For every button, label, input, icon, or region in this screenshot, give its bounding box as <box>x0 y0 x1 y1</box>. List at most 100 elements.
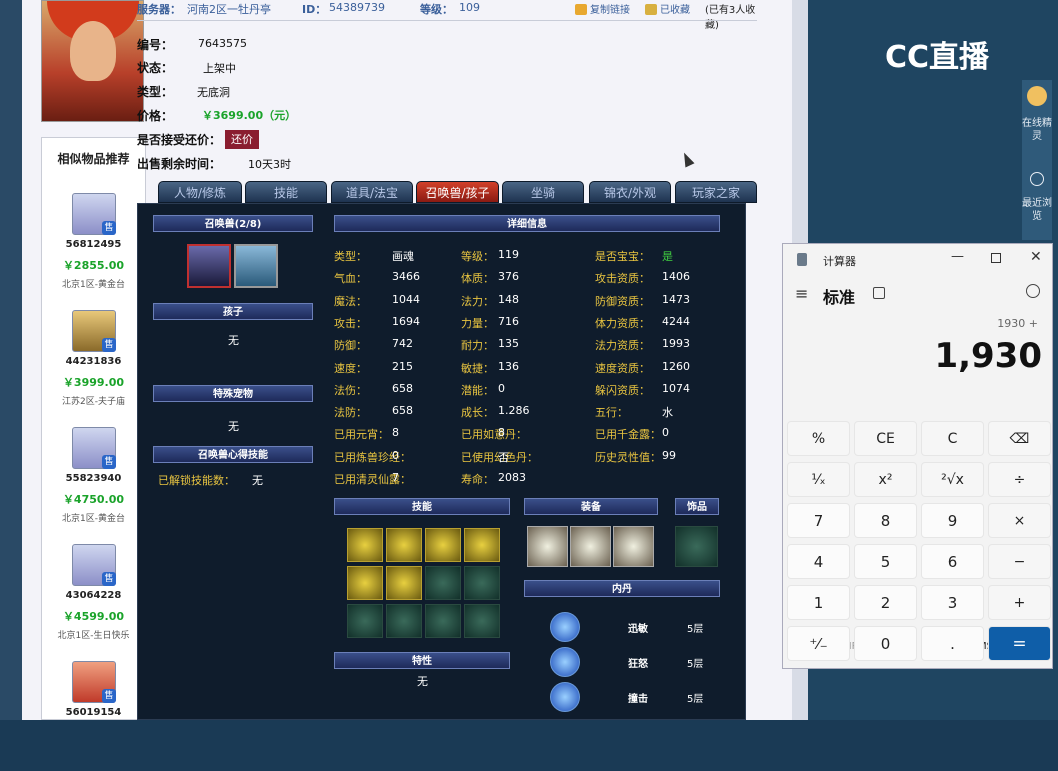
similar-item[interactable]: 售 56019154 <box>42 661 145 771</box>
stat-value: 0 <box>662 426 669 440</box>
stat-value: 1993 <box>662 337 690 351</box>
calc-key[interactable]: ÷ <box>988 462 1051 497</box>
skill-slot[interactable] <box>386 528 422 562</box>
tab-1[interactable]: 技能 <box>245 181 327 203</box>
skill-slot[interactable] <box>425 566 461 600</box>
skill-slot[interactable] <box>347 604 383 638</box>
cc-logo: CC直播 <box>885 40 990 75</box>
history-icon[interactable] <box>1026 284 1040 298</box>
similar-item[interactable]: 售 56812495 ￥2855.00 北京1区-黄金台 <box>42 193 145 303</box>
tab-5[interactable]: 锦衣/外观 <box>589 181 671 203</box>
neidan-orb-icon[interactable] <box>550 647 580 677</box>
stat-label: 耐力： <box>461 339 494 353</box>
level-value: 109 <box>459 1 480 14</box>
equip-slot-3[interactable] <box>613 526 654 567</box>
sale-tag: 售 <box>102 572 116 586</box>
skill-slot[interactable] <box>425 604 461 638</box>
calc-key[interactable]: 3 <box>921 585 984 620</box>
sale-tag: 售 <box>102 338 116 352</box>
tab-2[interactable]: 道具/法宝 <box>331 181 413 203</box>
stat-label: 攻击： <box>334 316 367 330</box>
copy-link-icon <box>575 4 587 15</box>
calc-key[interactable]: ⌫ <box>988 421 1051 456</box>
calc-key[interactable]: x² <box>854 462 917 497</box>
calc-key[interactable]: 0 <box>854 626 917 661</box>
menu-icon[interactable]: ≡ <box>795 284 808 303</box>
pet-portrait-2[interactable] <box>234 244 278 288</box>
calc-key[interactable]: 4 <box>787 544 850 579</box>
calc-key[interactable]: = <box>988 626 1051 661</box>
close-icon[interactable]: ✕ <box>1030 249 1042 265</box>
calc-key[interactable]: 9 <box>921 503 984 538</box>
stat-label: 躲闪资质： <box>595 383 650 397</box>
tab-3[interactable]: 召唤兽/孩子 <box>416 181 499 203</box>
pet-portrait-1[interactable] <box>187 244 231 288</box>
tab-0[interactable]: 人物/修炼 <box>158 181 242 203</box>
skill-slot[interactable] <box>464 604 500 638</box>
stat-label: 法力： <box>461 294 494 308</box>
calc-key[interactable]: + <box>988 585 1051 620</box>
online-sprite-label[interactable]: 在线精灵 <box>1022 117 1052 143</box>
similar-item-image[interactable]: 售 <box>72 193 116 235</box>
favorite-icon <box>645 4 657 15</box>
calc-key[interactable]: CE <box>854 421 917 456</box>
bargain-button[interactable]: 还价 <box>225 130 259 149</box>
neidan-orb-icon[interactable] <box>550 682 580 712</box>
favorite-button[interactable]: 已收藏 <box>645 1 690 16</box>
id-value: 54389739 <box>329 1 385 14</box>
recent-browse-label[interactable]: 最近浏览 <box>1022 197 1052 223</box>
calc-key[interactable]: 6 <box>921 544 984 579</box>
tab-6[interactable]: 玩家之家 <box>675 181 757 203</box>
skill-slot[interactable] <box>386 604 422 638</box>
neidan-orb-icon[interactable] <box>550 612 580 642</box>
similar-item-image[interactable]: 售 <box>72 427 116 469</box>
equip-slot-1[interactable] <box>527 526 568 567</box>
calc-key[interactable]: 7 <box>787 503 850 538</box>
skill-slot[interactable] <box>347 566 383 600</box>
similar-item[interactable]: 售 43064228 ￥4599.00 北京1区-生日快乐 <box>42 544 145 654</box>
stat-label: 已用如意丹： <box>461 428 527 442</box>
calc-key[interactable]: C <box>921 421 984 456</box>
similar-item[interactable]: 售 55823940 ￥4750.00 北京1区-黄金台 <box>42 427 145 537</box>
similar-item-image[interactable]: 售 <box>72 310 116 352</box>
skill-slot[interactable] <box>425 528 461 562</box>
online-sprite-icon[interactable] <box>1027 86 1047 106</box>
recent-clock-icon[interactable] <box>1030 172 1044 186</box>
calc-key[interactable]: . <box>921 626 984 661</box>
calc-key[interactable]: % <box>787 421 850 456</box>
stat-value: 99 <box>662 448 676 462</box>
id-label: ID： <box>302 3 327 16</box>
calc-key[interactable]: ⁺⁄₋ <box>787 626 850 661</box>
maximize-icon[interactable] <box>991 253 1001 263</box>
similar-item-image[interactable]: 售 <box>72 661 116 703</box>
server-label: 服务器： <box>137 3 181 16</box>
calc-key[interactable]: 5 <box>854 544 917 579</box>
calc-key[interactable]: 1 <box>787 585 850 620</box>
calc-key[interactable]: × <box>988 503 1051 538</box>
tab-4[interactable]: 坐骑 <box>502 181 584 203</box>
stat-value: 1044 <box>392 292 420 306</box>
accessory-slot[interactable] <box>675 526 718 567</box>
skill-slot[interactable] <box>386 566 422 600</box>
skill-slot[interactable] <box>347 528 383 562</box>
calculator-display: 1,930 <box>934 336 1042 376</box>
stat-label: 魔法： <box>334 294 367 308</box>
stat-label: 等级： <box>461 250 494 263</box>
copy-link-label: 复制链接 <box>590 5 630 16</box>
calc-key[interactable]: 2 <box>854 585 917 620</box>
calc-key[interactable]: ¹⁄ₓ <box>787 462 850 497</box>
time-value: 10天3时 <box>248 158 291 171</box>
keep-on-top-icon[interactable] <box>873 287 885 299</box>
skill-slot[interactable] <box>464 566 500 600</box>
equip-slot-2[interactable] <box>570 526 611 567</box>
calc-key[interactable]: 8 <box>854 503 917 538</box>
calculator-window: 计算器 — ✕ ≡ 标准 1930 + 1,930 MCMRM+M−MSM▾ %… <box>782 243 1053 669</box>
calc-key[interactable]: ²√x <box>921 462 984 497</box>
copy-link-button[interactable]: 复制链接 <box>575 1 630 16</box>
child-header: 孩子 <box>153 303 313 320</box>
minimize-icon[interactable]: — <box>951 249 964 264</box>
similar-item[interactable]: 售 44231836 ￥3999.00 江苏2区-夫子庙 <box>42 310 145 420</box>
calc-key[interactable]: − <box>988 544 1051 579</box>
similar-item-image[interactable]: 售 <box>72 544 116 586</box>
skill-slot[interactable] <box>464 528 500 562</box>
